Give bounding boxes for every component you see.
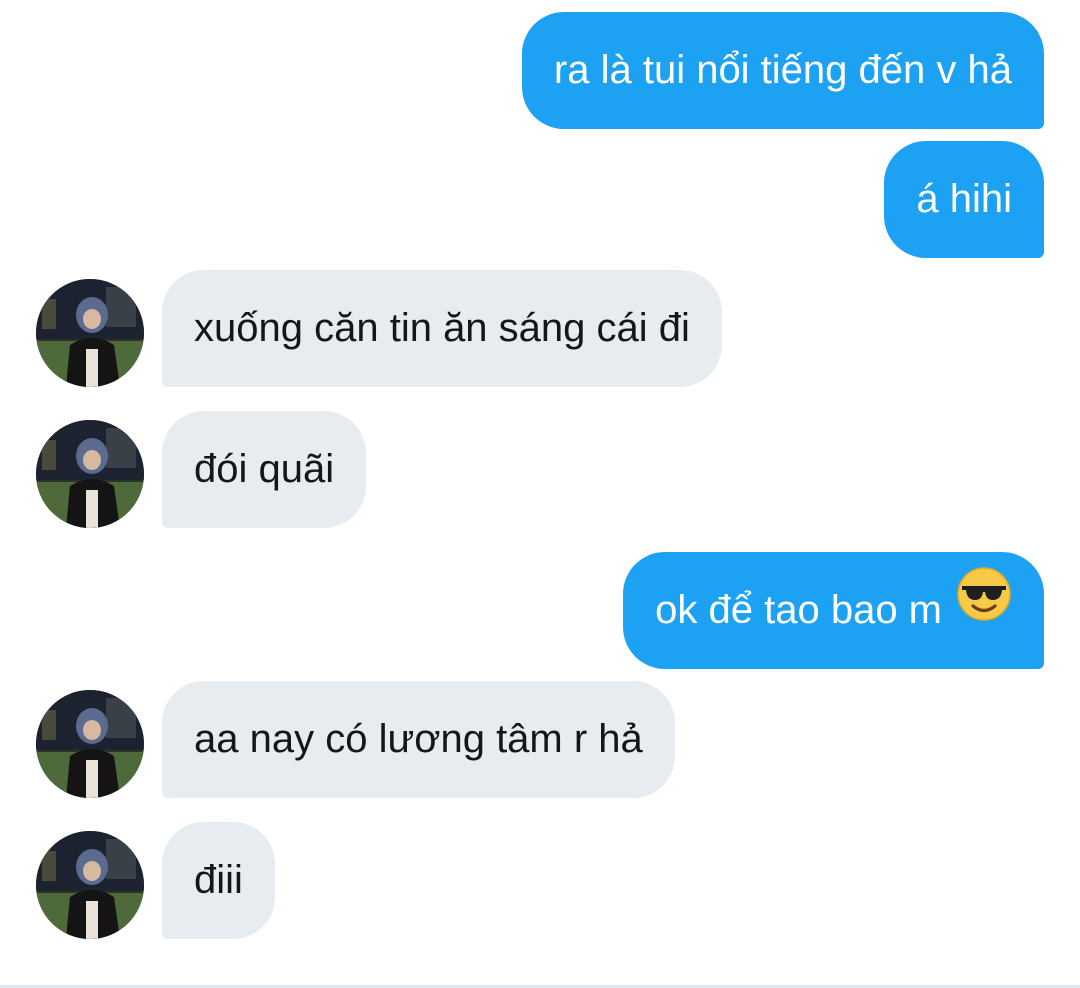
avatar-photo-icon	[36, 420, 144, 528]
received-message-bubble[interactable]: đói quãi	[162, 411, 367, 528]
contact-avatar[interactable]	[36, 420, 144, 528]
avatar-photo-icon	[36, 690, 144, 798]
message-text: xuống căn tin ăn sáng cái đi	[194, 306, 690, 350]
message-text: ok để tao bao m	[655, 588, 942, 632]
sent-message-bubble[interactable]: ra là tui nổi tiếng đến v hả	[521, 12, 1044, 129]
received-message-bubble[interactable]: aa nay có lương tâm r hả	[162, 681, 675, 798]
contact-avatar[interactable]	[36, 279, 144, 387]
contact-avatar[interactable]	[36, 831, 144, 939]
avatar-photo-icon	[36, 831, 144, 939]
message-text: ra là tui nổi tiếng đến v hả	[553, 48, 1012, 92]
received-message-bubble[interactable]: xuống căn tin ăn sáng cái đi	[162, 270, 722, 387]
sent-message-bubble[interactable]: ok để tao bao m	[623, 552, 1044, 669]
message-text: điii	[194, 858, 243, 902]
avatar-photo-icon	[36, 279, 144, 387]
message-text: đói quãi	[194, 447, 335, 491]
sent-message-bubble[interactable]: á hihi	[884, 141, 1044, 258]
message-text: á hihi	[916, 177, 1012, 221]
sunglasses-emoji-icon	[956, 551, 1012, 667]
received-message-bubble[interactable]: điii	[162, 822, 275, 939]
message-text: aa nay có lương tâm r hả	[194, 717, 643, 761]
contact-avatar[interactable]	[36, 690, 144, 798]
